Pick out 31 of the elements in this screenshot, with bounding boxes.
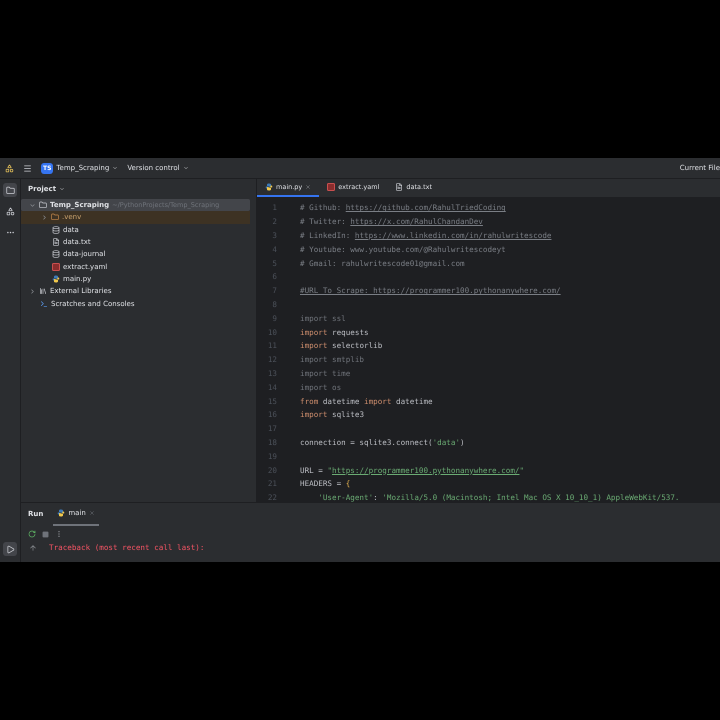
library-icon xyxy=(39,287,47,296)
chevron-down-icon[interactable] xyxy=(182,165,189,171)
database-icon xyxy=(52,226,60,234)
folder-icon[interactable] xyxy=(6,186,14,194)
structure-icon[interactable] xyxy=(6,206,14,216)
chevron-right-icon[interactable] xyxy=(41,214,48,221)
text-file-icon xyxy=(395,183,404,191)
project-tool-button[interactable] xyxy=(3,183,17,197)
yaml-file-icon xyxy=(52,262,60,271)
yaml-file-icon xyxy=(327,183,336,191)
close-icon[interactable] xyxy=(88,510,95,516)
close-icon[interactable] xyxy=(305,184,312,190)
python-icon xyxy=(52,274,60,283)
database-icon xyxy=(52,250,60,258)
folder-icon xyxy=(51,213,59,222)
run-icon[interactable] xyxy=(6,544,14,554)
rerun-icon[interactable] xyxy=(28,530,36,538)
scroll-up-icon[interactable] xyxy=(29,544,37,552)
chevron-down-icon[interactable] xyxy=(112,165,118,171)
menu-icon[interactable] xyxy=(23,164,32,172)
run-tool-button[interactable] xyxy=(3,542,17,556)
folder-icon xyxy=(39,201,47,210)
chevron-down-icon[interactable] xyxy=(29,202,36,209)
chevron-right-icon[interactable] xyxy=(29,288,36,295)
text-file-icon xyxy=(52,238,60,246)
python-icon xyxy=(265,183,273,191)
python-icon xyxy=(57,509,66,517)
stop-icon[interactable] xyxy=(42,530,49,538)
console-icon xyxy=(40,300,48,308)
app-logo-icon[interactable] xyxy=(5,164,14,172)
chevron-down-icon[interactable] xyxy=(59,186,66,192)
